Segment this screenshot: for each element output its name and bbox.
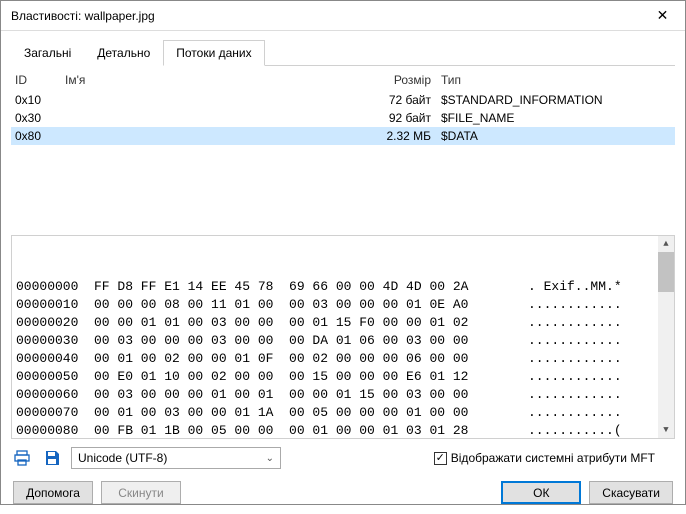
hex-line: 0000006000 03 00 00 00 01 00 01 00 00 01… <box>16 386 670 404</box>
hex-bytes: FF D8 FF E1 14 EE 45 78 69 66 00 00 4D 4… <box>94 278 514 296</box>
hex-bytes: 00 E0 01 10 00 02 00 00 00 15 00 00 00 E… <box>94 368 514 386</box>
hex-line: 0000002000 00 01 01 00 03 00 00 00 01 15… <box>16 314 670 332</box>
ok-button[interactable]: ОК <box>501 481 581 504</box>
hex-bytes: 00 00 01 01 00 03 00 00 00 01 15 F0 00 0… <box>94 314 514 332</box>
save-icon <box>43 449 61 467</box>
cell-id: 0x80 <box>15 129 65 143</box>
tab-streams[interactable]: Потоки даних <box>163 40 264 66</box>
hex-viewer: 00000000FF D8 FF E1 14 EE 45 78 69 66 00… <box>11 235 675 439</box>
scrollbar[interactable]: ▲ ▼ <box>658 236 674 438</box>
hex-bytes: 00 FB 01 1B 00 05 00 00 00 01 00 00 01 0… <box>94 422 514 439</box>
hex-ascii: ............ <box>514 296 670 314</box>
encoding-value: Unicode (UTF-8) <box>78 451 167 465</box>
cell-size: 72 байт <box>381 93 441 107</box>
hex-line: 0000005000 E0 01 10 00 02 00 00 00 15 00… <box>16 368 670 386</box>
col-header-size[interactable]: Розмір <box>381 73 441 87</box>
hex-line: 00000000FF D8 FF E1 14 EE 45 78 69 66 00… <box>16 278 670 296</box>
scroll-up-icon[interactable]: ▲ <box>658 236 674 252</box>
scroll-down-icon[interactable]: ▼ <box>658 422 674 438</box>
tab-details[interactable]: Детально <box>84 40 163 66</box>
tab-bar: Загальні Детально Потоки даних <box>11 39 675 66</box>
cancel-button[interactable]: Скасувати <box>589 481 673 504</box>
close-icon: ✕ <box>657 7 669 24</box>
hex-bytes: 00 03 00 00 00 03 00 00 00 DA 01 06 00 0… <box>94 332 514 350</box>
hex-addr: 00000020 <box>16 314 94 332</box>
hex-bytes: 00 01 00 02 00 00 01 0F 00 02 00 00 00 0… <box>94 350 514 368</box>
print-button[interactable] <box>11 447 33 469</box>
cell-id: 0x30 <box>15 111 65 125</box>
col-header-name[interactable]: Ім'я <box>65 73 381 87</box>
hex-ascii: ............ <box>514 386 670 404</box>
cell-size: 92 байт <box>381 111 441 125</box>
hex-ascii: ............ <box>514 350 670 368</box>
window-title: Властивості: wallpaper.jpg <box>11 9 640 23</box>
help-button[interactable]: Допомога <box>13 481 93 504</box>
scroll-thumb[interactable] <box>658 252 674 292</box>
hex-ascii: . Exif..MM.* <box>514 278 670 296</box>
encoding-select[interactable]: Unicode (UTF-8) ⌄ <box>71 447 281 469</box>
titlebar: Властивості: wallpaper.jpg ✕ <box>1 1 685 31</box>
cell-id: 0x10 <box>15 93 65 107</box>
cell-name <box>65 129 381 143</box>
hex-line: 0000004000 01 00 02 00 00 01 0F 00 02 00… <box>16 350 670 368</box>
hex-line: 0000008000 FB 01 1B 00 05 00 00 00 01 00… <box>16 422 670 439</box>
chevron-down-icon: ⌄ <box>266 453 274 464</box>
dialog-buttons: Допомога Скинути ОК Скасувати <box>11 481 675 504</box>
cell-type: $STANDARD_INFORMATION <box>441 93 671 107</box>
save-button[interactable] <box>41 447 63 469</box>
tab-general[interactable]: Загальні <box>11 40 84 66</box>
hex-addr: 00000050 <box>16 368 94 386</box>
hex-bytes: 00 03 00 00 00 01 00 01 00 00 01 15 00 0… <box>94 386 514 404</box>
col-header-id[interactable]: ID <box>15 73 65 87</box>
hex-line: 0000001000 00 00 08 00 11 01 00 00 03 00… <box>16 296 670 314</box>
cell-size: 2.32 МБ <box>381 129 441 143</box>
table-row[interactable]: 0x10 72 байт$STANDARD_INFORMATION <box>11 91 675 109</box>
mft-checkbox[interactable]: ✓ Відображати системні атрибути MFT <box>434 451 655 465</box>
hex-bytes: 00 01 00 03 00 00 01 1A 00 05 00 00 00 0… <box>94 404 514 422</box>
hex-ascii: ............ <box>514 332 670 350</box>
table-row[interactable]: 0x80 2.32 МБ$DATA <box>11 127 675 145</box>
close-button[interactable]: ✕ <box>640 1 685 31</box>
hex-bytes: 00 00 00 08 00 11 01 00 00 03 00 00 00 0… <box>94 296 514 314</box>
hex-addr: 00000030 <box>16 332 94 350</box>
cell-name <box>65 111 381 125</box>
hex-line: 0000003000 03 00 00 00 03 00 00 00 DA 01… <box>16 332 670 350</box>
table-header: ID Ім'я Розмір Тип <box>11 68 675 91</box>
hex-addr: 00000060 <box>16 386 94 404</box>
hex-ascii: ............ <box>514 314 670 332</box>
attribute-table: ID Ім'я Розмір Тип 0x10 72 байт$STANDARD_… <box>11 68 675 145</box>
hex-ascii: ...........( <box>514 422 670 439</box>
cell-type: $FILE_NAME <box>441 111 671 125</box>
hex-addr: 00000070 <box>16 404 94 422</box>
checkbox-icon: ✓ <box>434 452 447 465</box>
hex-addr: 00000000 <box>16 278 94 296</box>
hex-addr: 00000040 <box>16 350 94 368</box>
mft-checkbox-label: Відображати системні атрибути MFT <box>451 451 655 465</box>
footer-toolbar: Unicode (UTF-8) ⌄ ✓ Відображати системні… <box>11 447 675 469</box>
table-row[interactable]: 0x30 92 байт$FILE_NAME <box>11 109 675 127</box>
hex-addr: 00000080 <box>16 422 94 439</box>
hex-ascii: ............ <box>514 368 670 386</box>
cell-name <box>65 93 381 107</box>
print-icon <box>13 449 31 467</box>
hex-ascii: ............ <box>514 404 670 422</box>
hex-addr: 00000010 <box>16 296 94 314</box>
reset-button: Скинути <box>101 481 181 504</box>
col-header-type[interactable]: Тип <box>441 73 671 87</box>
hex-line: 0000007000 01 00 03 00 00 01 1A 00 05 00… <box>16 404 670 422</box>
cell-type: $DATA <box>441 129 671 143</box>
